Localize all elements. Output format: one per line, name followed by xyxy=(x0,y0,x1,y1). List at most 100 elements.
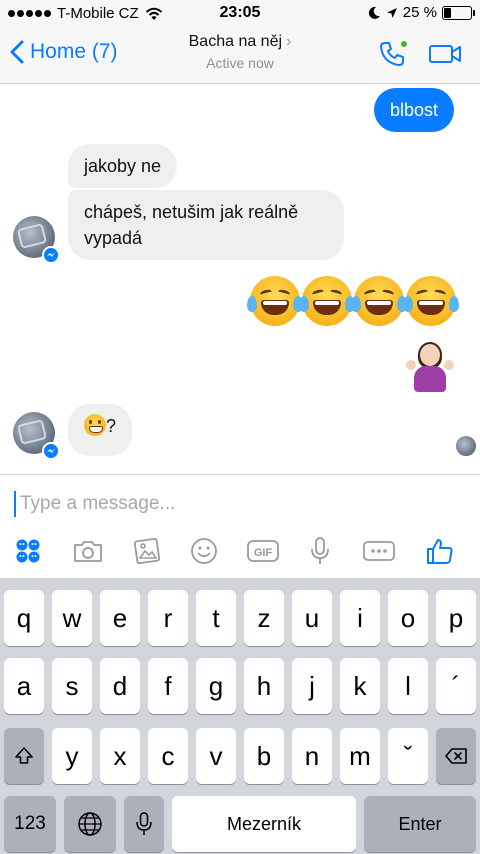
key[interactable]: ´ xyxy=(436,658,476,714)
apps-button[interactable] xyxy=(8,533,48,569)
online-indicator xyxy=(400,40,408,48)
emoji-message-outgoing[interactable] xyxy=(247,276,459,326)
presence-status: Active now xyxy=(206,55,274,71)
like-icon xyxy=(427,539,453,564)
key[interactable]: y xyxy=(52,728,92,784)
key[interactable]: o xyxy=(388,590,428,646)
header-actions xyxy=(378,40,462,73)
tears-of-joy-emoji xyxy=(247,276,303,326)
tears-of-joy-emoji xyxy=(351,276,407,326)
key[interactable]: r xyxy=(148,590,188,646)
on-screen-keyboard: q w e r t z u i o p a s d f g h j k l ´ … xyxy=(0,578,480,854)
messenger-badge-icon xyxy=(42,246,60,264)
microphone-button[interactable] xyxy=(300,533,340,569)
location-arrow-icon xyxy=(386,7,397,18)
emoji-icon xyxy=(191,538,217,564)
key[interactable]: h xyxy=(244,658,284,714)
like-button[interactable] xyxy=(420,533,460,569)
message-bubble-incoming[interactable]: ? xyxy=(68,404,133,456)
conversation-header: Home (7) Bacha na něj › Active now xyxy=(0,28,480,84)
message-text: chápeš, netušim jak reálně vypadá xyxy=(84,202,299,248)
text-caret xyxy=(14,491,16,517)
battery-percent: 25 % xyxy=(402,4,437,21)
message-text: ? xyxy=(106,416,117,436)
message-bubble-outgoing[interactable]: blbost xyxy=(373,88,454,132)
key[interactable]: t xyxy=(196,590,236,646)
key[interactable]: q xyxy=(4,590,44,646)
key[interactable]: w xyxy=(52,590,92,646)
backspace-key[interactable] xyxy=(436,728,476,784)
gif-icon: GIF xyxy=(247,540,279,562)
call-button[interactable] xyxy=(378,40,408,73)
key[interactable]: l xyxy=(388,658,428,714)
key[interactable]: j xyxy=(292,658,332,714)
key[interactable]: m xyxy=(340,728,380,784)
key[interactable]: v xyxy=(196,728,236,784)
gif-button[interactable]: GIF xyxy=(243,533,283,569)
camera-button[interactable] xyxy=(68,533,108,569)
dictation-key[interactable] xyxy=(124,796,164,852)
key[interactable]: k xyxy=(340,658,380,714)
key[interactable]: s xyxy=(52,658,92,714)
back-label: Home (7) xyxy=(30,40,118,63)
shift-icon xyxy=(15,747,33,764)
contact-title[interactable]: Bacha na něj › Active now xyxy=(140,33,340,71)
message-bubble-incoming[interactable]: jakoby ne xyxy=(68,144,178,188)
chevron-right-icon: › xyxy=(286,33,292,50)
globe-icon xyxy=(78,812,102,836)
space-key[interactable]: Mezerník xyxy=(172,796,356,852)
gallery-button[interactable] xyxy=(127,533,167,569)
key[interactable]: f xyxy=(148,658,188,714)
moon-icon xyxy=(368,6,380,19)
tears-of-joy-emoji xyxy=(299,276,355,326)
contact-name: Bacha na něj xyxy=(188,33,283,50)
shift-key[interactable] xyxy=(4,728,44,784)
seen-indicator-avatar xyxy=(456,436,476,456)
grinning-face-emoji xyxy=(84,414,106,436)
tears-of-joy-emoji xyxy=(403,276,459,326)
numbers-key[interactable]: 123 xyxy=(4,796,56,852)
status-bar: T-Mobile CZ 23:05 25 % xyxy=(0,0,480,28)
key[interactable]: a xyxy=(4,658,44,714)
status-right: 25 % xyxy=(368,4,475,21)
key[interactable]: n xyxy=(292,728,332,784)
key[interactable]: d xyxy=(100,658,140,714)
message-bubble-incoming[interactable]: chápeš, netušim jak reálně vypadá xyxy=(68,190,344,260)
more-icon xyxy=(363,541,395,561)
message-input[interactable] xyxy=(20,493,440,515)
gallery-icon xyxy=(133,537,161,565)
microphone-icon xyxy=(311,537,329,564)
messenger-badge-icon xyxy=(42,442,60,460)
chevron-left-icon xyxy=(10,40,24,64)
message-text: jakoby ne xyxy=(84,156,162,176)
video-camera-icon xyxy=(429,45,461,63)
backspace-icon xyxy=(445,748,467,764)
camera-icon xyxy=(74,541,102,562)
back-button[interactable]: Home (7) xyxy=(10,40,118,64)
key[interactable]: x xyxy=(100,728,140,784)
message-input-row xyxy=(14,489,466,519)
key[interactable]: z xyxy=(244,590,284,646)
message-text: blbost xyxy=(389,100,438,120)
key[interactable]: g xyxy=(196,658,236,714)
microphone-icon xyxy=(136,812,152,835)
battery-icon xyxy=(442,5,475,20)
video-call-button[interactable] xyxy=(428,42,462,71)
language-key[interactable] xyxy=(64,796,116,852)
apps-icon xyxy=(16,539,40,563)
key[interactable]: ˇ xyxy=(388,728,428,784)
more-button[interactable] xyxy=(359,533,399,569)
key[interactable]: p xyxy=(436,590,476,646)
key[interactable]: c xyxy=(148,728,188,784)
composer-toolbar: GIF xyxy=(0,533,480,569)
emoji-button[interactable] xyxy=(184,533,224,569)
key[interactable]: b xyxy=(244,728,284,784)
enter-key[interactable]: Enter xyxy=(364,796,476,852)
key[interactable]: e xyxy=(100,590,140,646)
key[interactable]: i xyxy=(340,590,380,646)
person-shrugging-emoji[interactable] xyxy=(406,342,454,392)
composer: GIF xyxy=(0,474,480,578)
svg-text:GIF: GIF xyxy=(254,547,273,559)
message-thread[interactable]: blbost jakoby ne chápeš, netušim jak reá… xyxy=(0,84,480,474)
key[interactable]: u xyxy=(292,590,332,646)
